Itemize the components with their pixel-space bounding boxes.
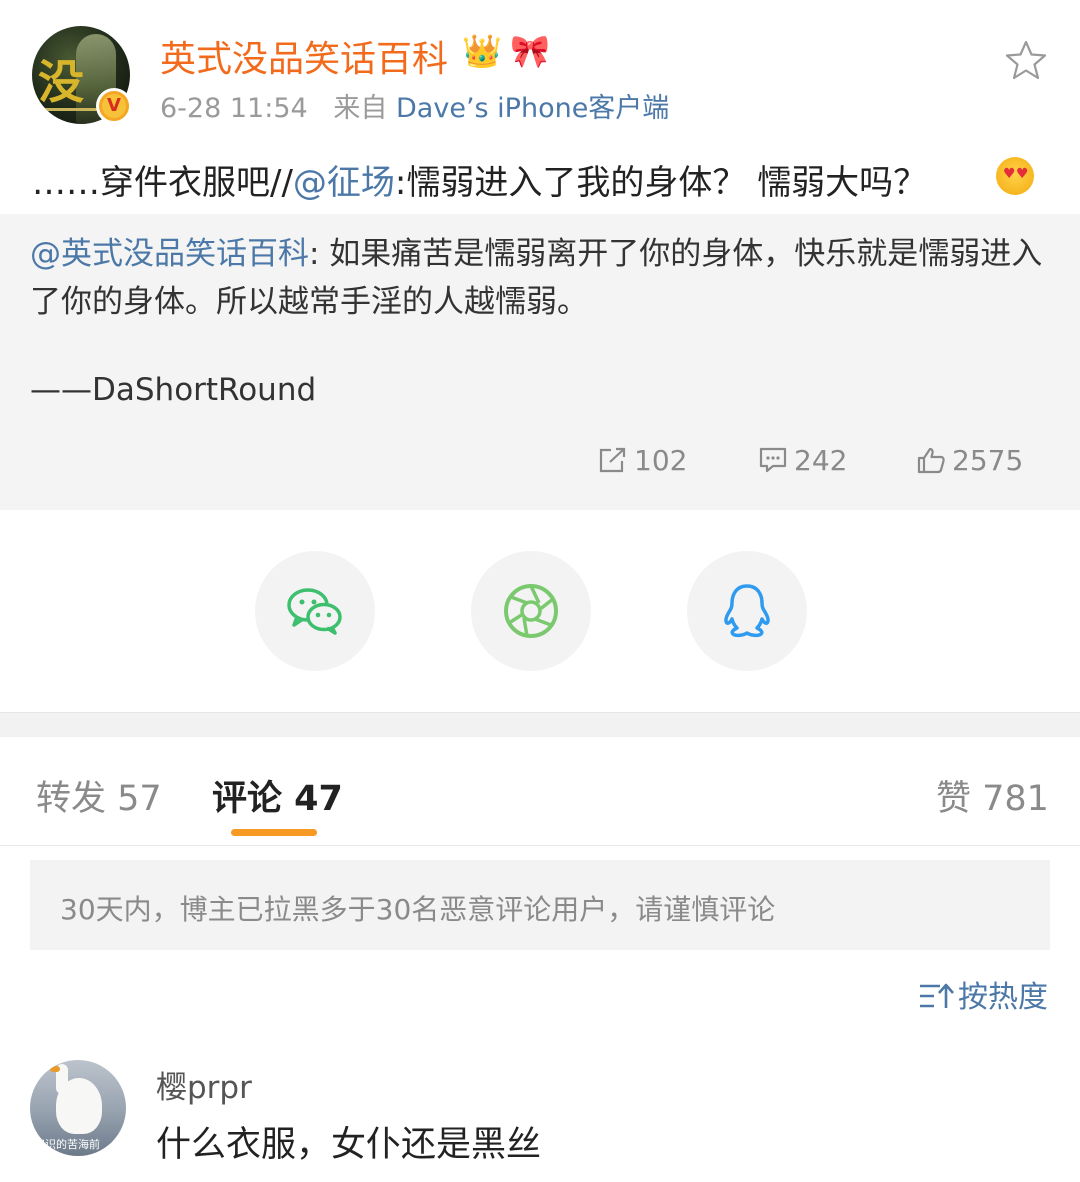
- active-tab-indicator: [231, 829, 317, 836]
- quoted-mention[interactable]: @英式没品笑话百科: [30, 236, 309, 272]
- quoted-like-count[interactable]: 2575: [916, 444, 1023, 477]
- wechat-icon: [287, 588, 342, 635]
- avatar-watermark: 知识的苦海前: [34, 1138, 100, 1151]
- post-text-part1: ……穿件衣服吧//: [32, 163, 293, 203]
- heart-eyes-emoji-icon: ♥ ♥: [996, 157, 1034, 195]
- post-meta: 6-28 11:54 来自 Dave’s iPhone客户端: [160, 86, 669, 125]
- qq-penguin-icon: [724, 584, 770, 638]
- share-qq-button[interactable]: [687, 551, 807, 671]
- comment-notice: 30天内，博主已拉黑多于30名恶意评论用户，请谨慎评论: [30, 860, 1050, 950]
- avatar-text: 没: [38, 55, 84, 109]
- post-mention[interactable]: @征场: [293, 163, 395, 203]
- like-count: 2575: [952, 444, 1024, 477]
- share-wechat-button[interactable]: [255, 551, 375, 671]
- comment-icon: [759, 447, 787, 473]
- post-text: ……穿件衣服吧//@征场:懦弱进入了我的身体？ 懦弱大吗？: [32, 155, 1052, 204]
- quoted-signature: ——DaShortRound: [30, 372, 317, 408]
- post-source[interactable]: Dave’s iPhone客户端: [396, 93, 669, 124]
- bow-icon: 🎀: [510, 32, 550, 70]
- post-text-part2: :懦弱进入了我的身体？ 懦弱大吗？: [394, 163, 928, 203]
- repost-icon: [599, 447, 626, 473]
- notice-text: 30天内，博主已拉黑多于30名恶意评论用户，请谨慎评论: [60, 893, 776, 926]
- sort-icon: [920, 983, 954, 1008]
- quoted-repost-count[interactable]: 102: [598, 444, 687, 477]
- tab-comment[interactable]: 评论 47: [212, 770, 343, 821]
- post-time: 6-28 11:54: [160, 93, 308, 124]
- section-gap: [0, 712, 1080, 737]
- author-name[interactable]: 英式没品笑话百科: [160, 30, 448, 82]
- favorite-star-icon[interactable]: [1004, 40, 1048, 80]
- commenter-name[interactable]: 樱prpr: [156, 1062, 252, 1107]
- share-moments-button[interactable]: [471, 551, 591, 671]
- crown-icon: 👑: [462, 32, 502, 70]
- comment-count: 242: [794, 444, 848, 477]
- comment-text: 什么衣服，女仆还是黑丝: [156, 1125, 542, 1165]
- tab-divider: [0, 845, 1080, 846]
- quoted-text: @英式没品笑话百科: 如果痛苦是懦弱离开了你的身体，快乐就是懦弱进入了你的身体。…: [30, 230, 1050, 326]
- quoted-comment-count[interactable]: 242: [758, 444, 847, 477]
- tab-like[interactable]: 赞 781: [936, 770, 1049, 821]
- thumbs-up-icon: [917, 447, 945, 474]
- repost-count: 102: [634, 444, 688, 477]
- verified-badge-icon: V: [96, 88, 132, 124]
- source-prefix: 来自: [333, 93, 388, 124]
- goose-beak: [50, 1066, 60, 1072]
- sort-by-hot-button[interactable]: 按热度: [918, 972, 1048, 1016]
- tab-repost[interactable]: 转发 57: [36, 770, 162, 821]
- commenter-avatar[interactable]: 知识的苦海前: [30, 1060, 126, 1156]
- moments-aperture-icon: [504, 584, 558, 638]
- sort-label: 按热度: [958, 980, 1048, 1015]
